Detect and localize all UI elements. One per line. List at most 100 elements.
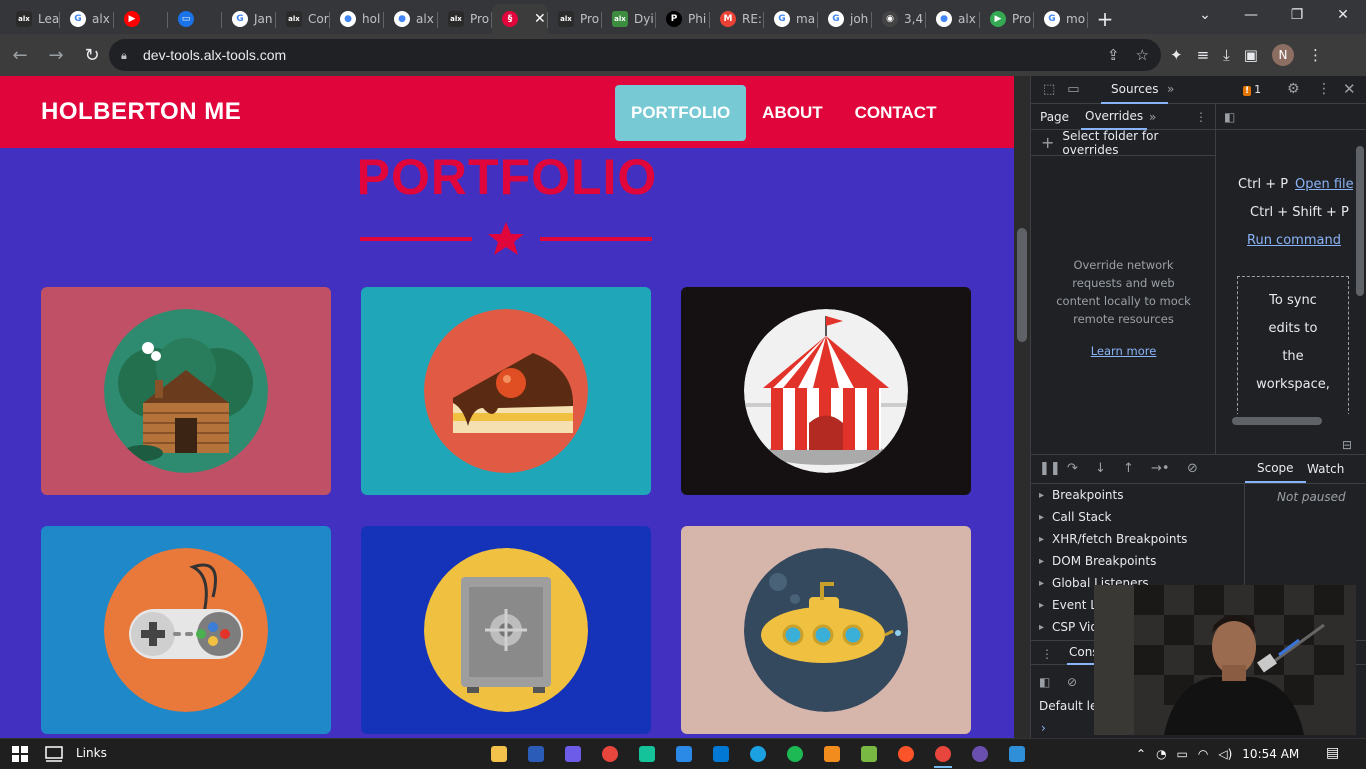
devtools-menu-icon[interactable]: ⋮	[1317, 81, 1331, 97]
browser-tab[interactable]: M RE:	[710, 4, 764, 34]
browser-tab[interactable]: ● alx	[384, 4, 438, 34]
taskbar-app[interactable]	[665, 739, 702, 769]
tab-search-icon[interactable]: ⌄	[1182, 0, 1228, 30]
pause-icon[interactable]: ❚❚	[1039, 461, 1061, 476]
browser-tab[interactable]: § ✕	[492, 4, 548, 34]
taskbar-app[interactable]	[924, 739, 961, 769]
editor-horizontal-scrollbar[interactable]	[1216, 414, 1366, 428]
debugger-section[interactable]: Breakpoints	[1031, 484, 1244, 506]
side-panel-icon[interactable]: ▣	[1244, 46, 1258, 64]
taskbar-app[interactable]	[591, 739, 628, 769]
media-icon[interactable]: ≡	[1197, 46, 1210, 64]
tab-page[interactable]: Page	[1040, 104, 1069, 130]
taskbar-app[interactable]	[554, 739, 591, 769]
nav-link-portfolio[interactable]: PORTFOLIO	[615, 85, 747, 141]
tray-expand-icon[interactable]: ⌃	[1136, 747, 1146, 761]
taskbar-app[interactable]	[998, 739, 1035, 769]
deactivate-breakpoints-icon[interactable]: ⊘	[1187, 461, 1198, 476]
browser-menu-icon[interactable]: ⋮	[1308, 46, 1323, 64]
issues-badge[interactable]: ! 1	[1243, 83, 1261, 96]
browser-tab[interactable]: alx Pro	[438, 4, 492, 34]
browser-tab[interactable]: G Jan	[222, 4, 276, 34]
battery-icon[interactable]: ▭	[1177, 747, 1188, 761]
address-bar[interactable]: 🔒︎ dev-tools.alx-tools.com ⇪ ☆	[109, 39, 1161, 71]
step-icon[interactable]: →•	[1151, 461, 1170, 476]
settings-gear-icon[interactable]: ⚙	[1287, 81, 1300, 97]
debugger-section[interactable]: XHR/fetch Breakpoints	[1031, 528, 1244, 550]
volume-icon[interactable]: ◁)	[1218, 747, 1232, 761]
taskbar-app[interactable]	[961, 739, 998, 769]
clock[interactable]: 10:54 AM	[1242, 747, 1299, 761]
meet-icon[interactable]: ◔	[1156, 747, 1166, 761]
run-command-link[interactable]: Run command	[1247, 233, 1341, 248]
notification-center-icon[interactable]: ▤	[1326, 745, 1339, 761]
taskbar-app[interactable]	[887, 739, 924, 769]
taskbar-app[interactable]	[702, 739, 739, 769]
scroll-thumb[interactable]	[1017, 228, 1027, 342]
nav-link-contact[interactable]: CONTACT	[839, 85, 953, 141]
browser-tab[interactable]: Gmo	[1034, 4, 1088, 34]
editor-vertical-scrollbar[interactable]	[1353, 130, 1366, 402]
browser-tab[interactable]: Galx	[60, 4, 114, 34]
restore-icon[interactable]: ❐	[1274, 0, 1320, 30]
share-icon[interactable]: ⇪	[1107, 46, 1120, 64]
windows-start-icon[interactable]	[12, 746, 28, 762]
tab-scope[interactable]: Scope	[1245, 455, 1306, 483]
debugger-section[interactable]: DOM Breakpoints	[1031, 550, 1244, 572]
devtools-close-icon[interactable]: ✕	[1343, 80, 1356, 98]
inspect-element-icon[interactable]: ⬚	[1043, 82, 1055, 97]
toggle-navigator-icon[interactable]: ◧	[1224, 104, 1235, 130]
taskbar-app[interactable]	[776, 739, 813, 769]
nav-menu-icon[interactable]: ⋮	[1195, 104, 1207, 130]
step-out-icon[interactable]: ↑	[1123, 461, 1134, 476]
download-icon[interactable]: ⤓	[1223, 46, 1230, 64]
tab-overrides[interactable]: Overrides	[1081, 104, 1148, 130]
bookmark-star-icon[interactable]: ☆	[1136, 46, 1149, 64]
learn-more-link[interactable]: Learn more	[1031, 344, 1216, 358]
device-toolbar-icon[interactable]: ▭	[1067, 82, 1079, 97]
browser-tab[interactable]: ● hol	[330, 4, 384, 34]
close-window-icon[interactable]: ✕	[1320, 0, 1366, 30]
back-button[interactable]: ←	[4, 39, 36, 71]
extensions-icon[interactable]: ✦	[1170, 46, 1183, 64]
drawer-menu-icon[interactable]: ⋮	[1041, 641, 1053, 667]
links-toolbar[interactable]: Links	[76, 746, 107, 760]
forward-button[interactable]: →	[40, 39, 72, 71]
site-brand[interactable]: HOLBERTON ME	[41, 98, 241, 126]
browser-tab[interactable]: Gma	[764, 4, 818, 34]
portfolio-card[interactable]	[361, 526, 651, 734]
open-file-link[interactable]: Open file	[1295, 177, 1354, 192]
select-folder-button[interactable]: + Select folder for overrides	[1031, 129, 1215, 157]
browser-tab[interactable]: ◉ 3,4	[872, 4, 926, 34]
task-view-icon[interactable]	[44, 745, 64, 763]
more-tabs-icon[interactable]: »	[1167, 82, 1174, 96]
clear-console-icon[interactable]: ⊘	[1067, 669, 1077, 695]
taskbar-app[interactable]	[517, 739, 554, 769]
page-scrollbar[interactable]	[1014, 76, 1030, 738]
portfolio-card[interactable]	[41, 287, 331, 495]
portfolio-card[interactable]	[361, 287, 651, 495]
browser-tab[interactable]: ● alx	[926, 4, 980, 34]
browser-tab[interactable]: alx Cor	[276, 4, 330, 34]
step-into-icon[interactable]: ↓	[1095, 461, 1106, 476]
tab-sources[interactable]: Sources	[1101, 76, 1169, 104]
reload-button[interactable]: ↻	[76, 39, 108, 71]
console-prompt[interactable]: ›	[1041, 721, 1046, 735]
portfolio-card[interactable]	[681, 287, 971, 495]
taskbar-app[interactable]	[628, 739, 665, 769]
workspace-drop-zone[interactable]: To sync edits to the workspace,	[1237, 276, 1349, 416]
taskbar-app[interactable]	[850, 739, 887, 769]
new-tab-button[interactable]: +	[1088, 4, 1122, 34]
console-sidebar-icon[interactable]: ◧	[1039, 669, 1050, 695]
debugger-section[interactable]: Call Stack	[1031, 506, 1244, 528]
tab-watch[interactable]: Watch	[1307, 455, 1344, 483]
browser-tab[interactable]: ▭	[168, 4, 222, 34]
more-nav-tabs-icon[interactable]: »	[1149, 104, 1156, 130]
browser-tab[interactable]: alx Pro	[548, 4, 602, 34]
step-over-icon[interactable]: ↷	[1067, 461, 1078, 476]
taskbar-app[interactable]	[480, 739, 517, 769]
wifi-icon[interactable]: ◠	[1198, 747, 1208, 761]
profile-avatar[interactable]: N	[1271, 44, 1294, 66]
browser-tab[interactable]: alx Lea	[6, 4, 60, 34]
taskbar-app[interactable]	[739, 739, 776, 769]
